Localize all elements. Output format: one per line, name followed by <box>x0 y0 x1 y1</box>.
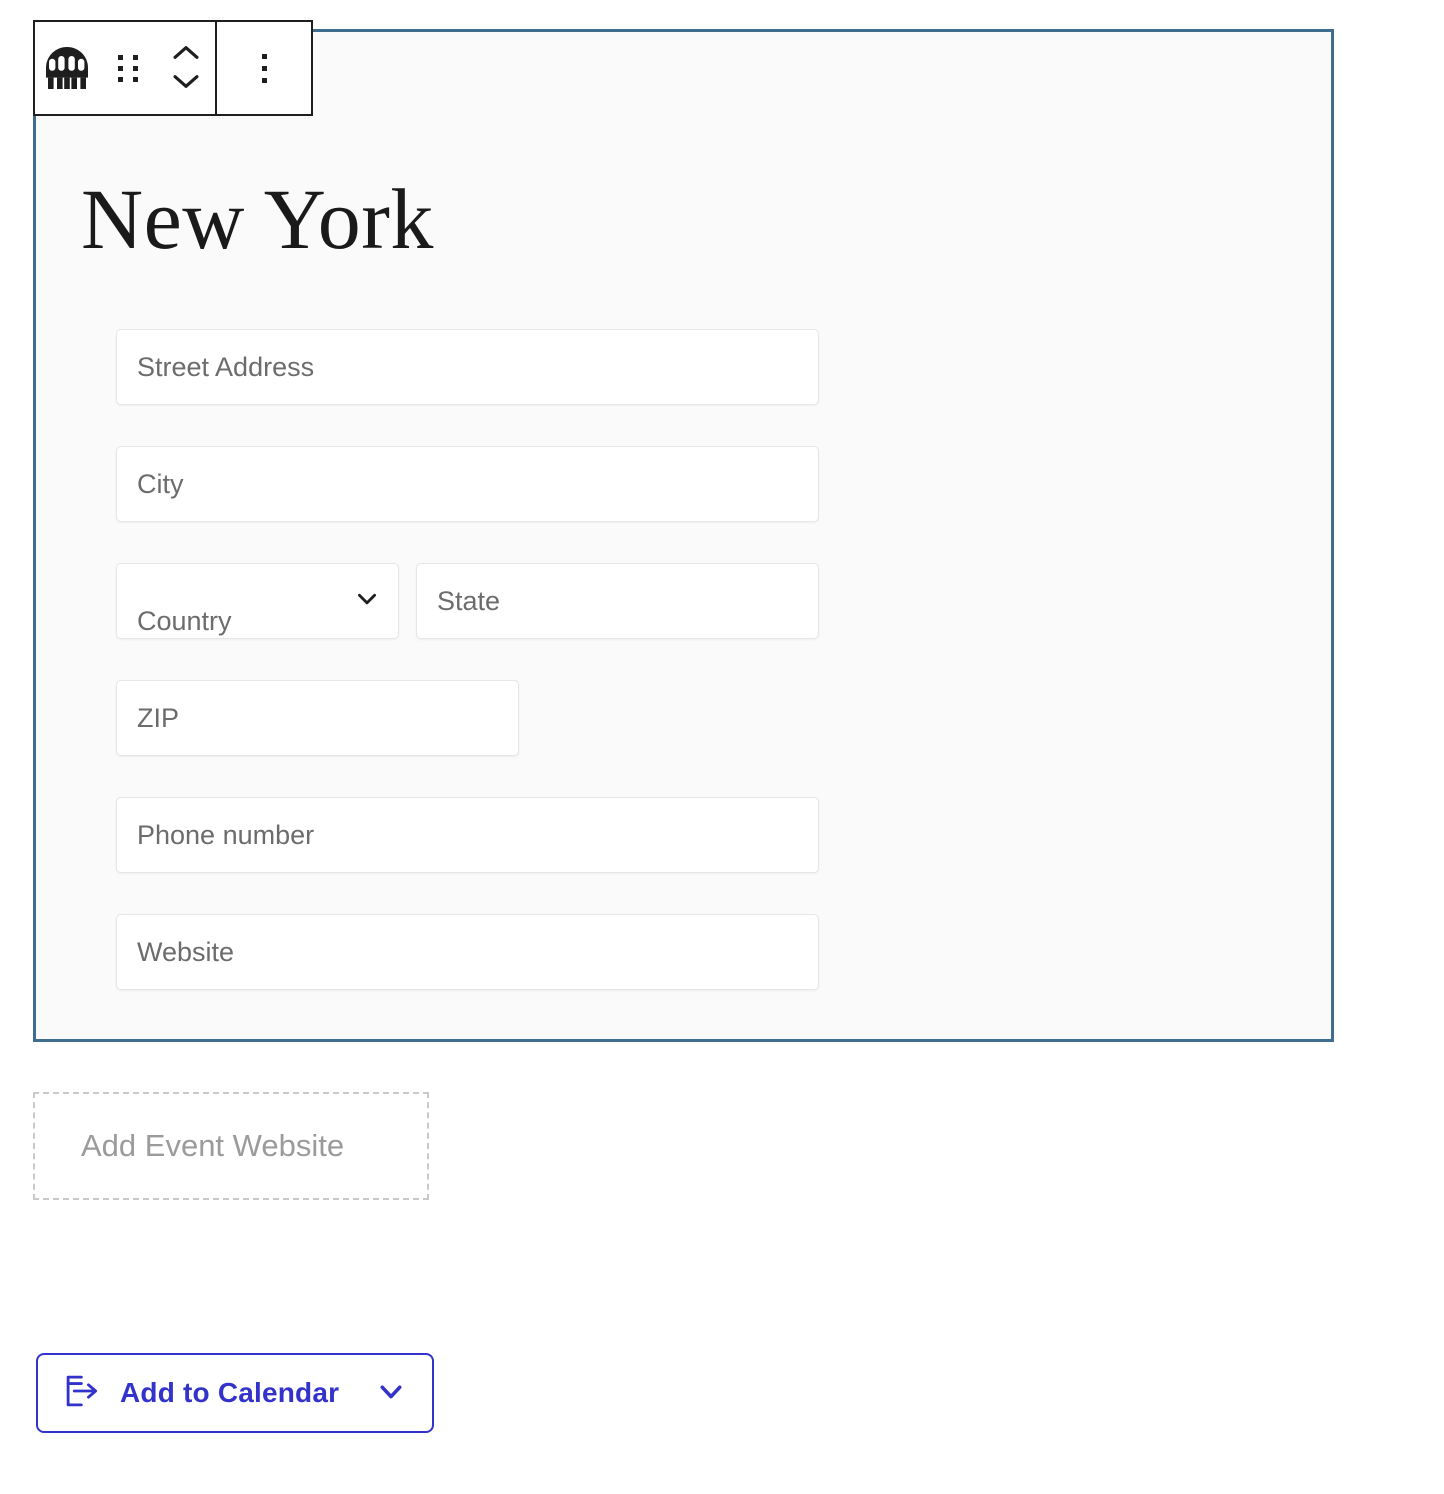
chevron-down-icon[interactable] <box>171 73 201 93</box>
more-options-button[interactable] <box>217 22 311 114</box>
drag-handle-button[interactable] <box>99 22 157 114</box>
chevron-down-icon[interactable] <box>376 1376 406 1411</box>
chevron-up-icon[interactable] <box>171 44 201 64</box>
add-event-website-label: Add Event Website <box>81 1128 345 1163</box>
add-event-website-placeholder[interactable]: Add Event Website <box>33 1092 429 1200</box>
block-movers-button[interactable] <box>157 22 215 114</box>
state-input[interactable] <box>416 563 819 639</box>
page-title: New York <box>81 171 434 267</box>
venue-icon <box>43 46 91 90</box>
add-to-calendar-label: Add to Calendar <box>120 1377 340 1408</box>
block-type-button[interactable] <box>35 22 99 114</box>
venue-block[interactable]: New York Country <box>33 29 1334 1042</box>
zip-input[interactable] <box>116 680 519 756</box>
street-address-input[interactable] <box>116 329 819 405</box>
website-input[interactable] <box>116 914 819 990</box>
calendar-export-icon <box>64 1374 100 1413</box>
chevron-down-icon <box>354 586 380 617</box>
block-toolbar[interactable] <box>33 20 313 116</box>
phone-input[interactable] <box>116 797 819 873</box>
kebab-menu-icon <box>261 53 267 83</box>
country-select[interactable]: Country <box>116 563 399 639</box>
block-toolbar-options-group <box>217 22 311 114</box>
block-toolbar-main-group <box>35 22 215 114</box>
add-to-calendar-button[interactable]: Add to Calendar <box>36 1353 434 1433</box>
block-movers <box>171 44 201 93</box>
city-input[interactable] <box>116 446 819 522</box>
country-select-value: Country <box>137 606 232 636</box>
drag-handle-icon <box>118 54 138 82</box>
